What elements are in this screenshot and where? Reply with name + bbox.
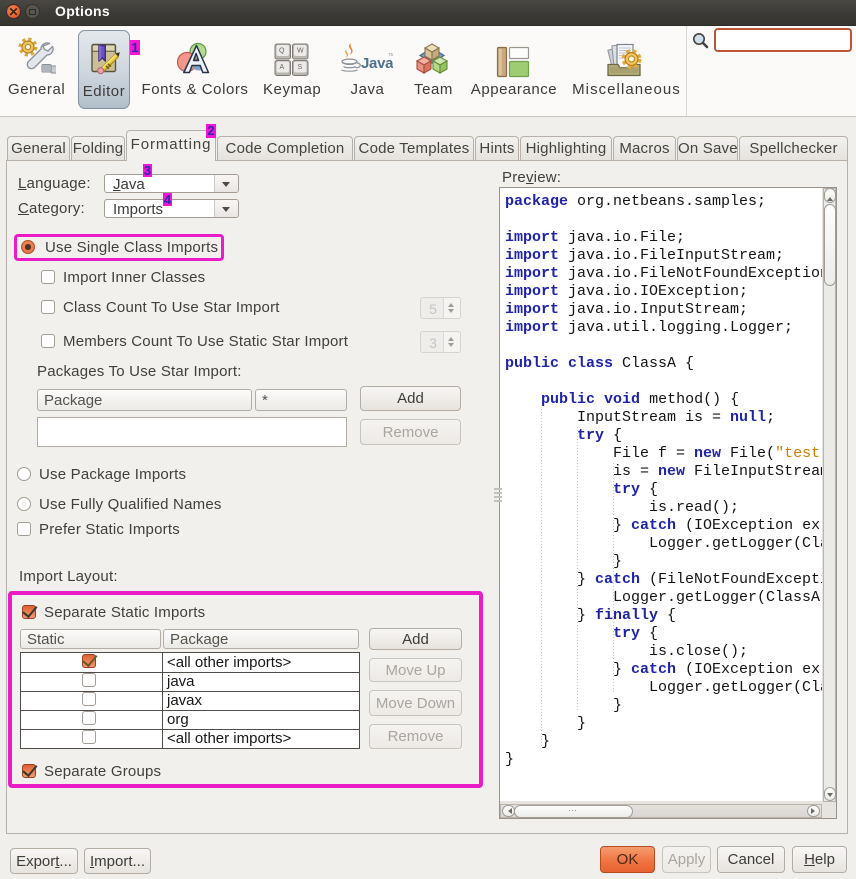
svg-text:S: S: [298, 64, 303, 71]
svg-text:W: W: [297, 48, 304, 55]
svg-text:Q: Q: [279, 48, 285, 55]
svg-text:™: ™: [388, 53, 393, 60]
svg-text:A: A: [280, 64, 285, 71]
